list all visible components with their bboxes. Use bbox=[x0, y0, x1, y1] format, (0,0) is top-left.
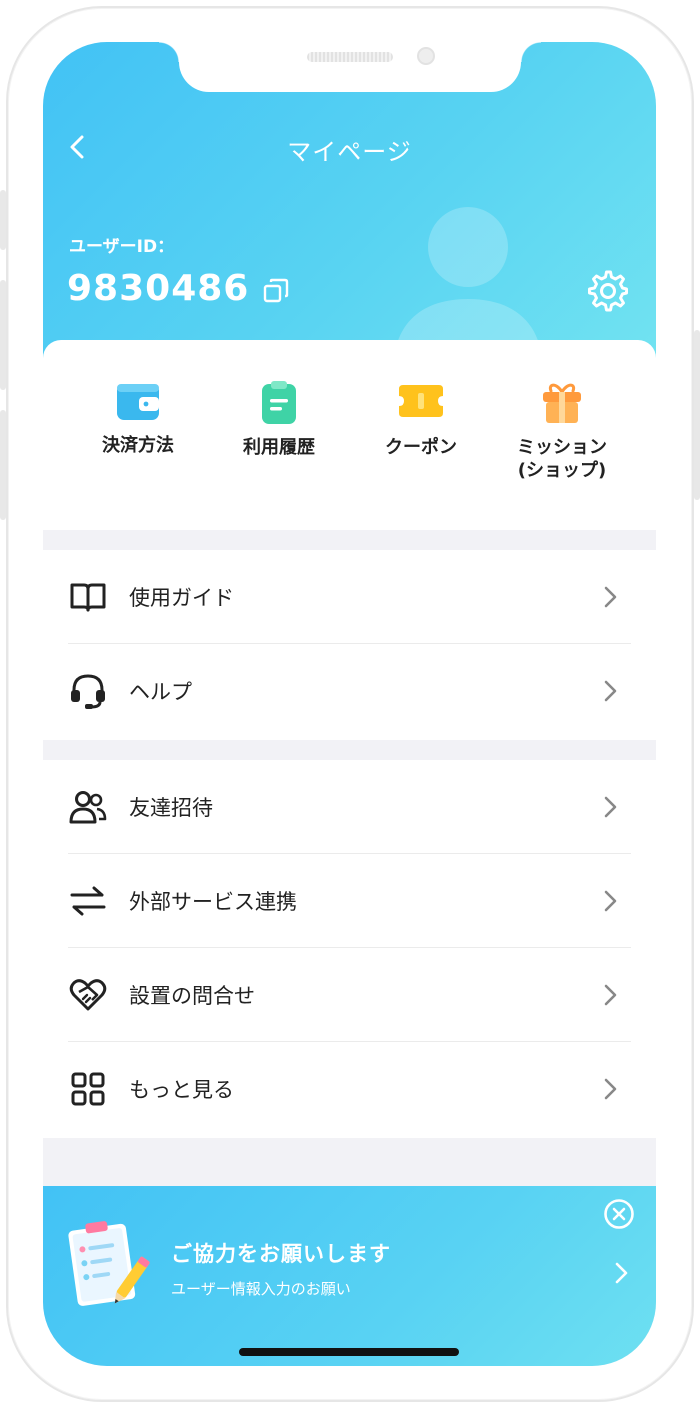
menu-item-label: ヘルプ bbox=[129, 680, 192, 704]
chevron-right-icon bbox=[604, 796, 617, 818]
speaker-grille bbox=[307, 52, 393, 62]
menu-item-label: 友達招待 bbox=[129, 796, 213, 820]
notch bbox=[159, 42, 541, 92]
phone-screen: マイページ ユーザーID： 9830486 決済方法 利用履歴 クーポン ミッシ… bbox=[43, 42, 656, 1366]
clipboard-icon bbox=[262, 381, 296, 424]
quick-action-label: 利用履歴 bbox=[243, 437, 315, 458]
gift-icon bbox=[543, 383, 581, 423]
page-title: マイページ bbox=[287, 138, 412, 166]
menu-item-label: 設置の問合せ bbox=[129, 984, 255, 1008]
copy-icon[interactable] bbox=[261, 276, 291, 306]
users-icon bbox=[69, 788, 107, 826]
quick-action-label: ミッション (ショップ) bbox=[517, 437, 607, 482]
quick-action-coupon[interactable]: クーポン bbox=[361, 380, 481, 459]
menu-item-label: もっと見る bbox=[129, 1078, 234, 1102]
menu-item-see-more[interactable]: もっと見る bbox=[43, 1042, 656, 1136]
banner-title: ご協力をお願いします bbox=[171, 1242, 391, 1266]
heart-handshake-icon bbox=[69, 976, 107, 1014]
quick-action-mission-shop[interactable]: ミッション (ショップ) bbox=[502, 380, 622, 483]
quick-action-payment-method[interactable]: 決済方法 bbox=[78, 380, 198, 457]
chevron-right-icon bbox=[604, 1078, 617, 1100]
section-divider bbox=[43, 530, 656, 550]
quick-action-label: クーポン bbox=[385, 437, 457, 458]
power-button bbox=[694, 330, 700, 500]
quick-action-label: 決済方法 bbox=[102, 435, 174, 456]
user-id-label: ユーザーID： bbox=[69, 237, 175, 257]
book-icon bbox=[69, 578, 107, 616]
volume-up-button bbox=[0, 280, 6, 390]
grid-icon bbox=[69, 1070, 107, 1108]
menu-item-help[interactable]: ヘルプ bbox=[43, 644, 656, 738]
banner-subtitle: ユーザー情報入力のお願い bbox=[171, 1280, 351, 1298]
gear-icon[interactable] bbox=[587, 270, 629, 312]
headset-icon bbox=[69, 672, 107, 710]
mute-switch bbox=[0, 190, 6, 250]
quick-action-usage-history[interactable]: 利用履歴 bbox=[219, 380, 339, 459]
menu-item-external-services[interactable]: 外部サービス連携 bbox=[43, 854, 656, 948]
menu-group-more: 友達招待 外部サービス連携 設置の問合せ もっと見る bbox=[43, 760, 656, 1138]
clipboard-pencil-illustration bbox=[68, 1221, 150, 1306]
chevron-right-icon bbox=[604, 984, 617, 1006]
user-id-value: 9830486 bbox=[67, 268, 250, 309]
front-camera bbox=[417, 47, 435, 65]
close-circle-icon[interactable] bbox=[603, 1198, 635, 1230]
ticket-icon bbox=[399, 385, 443, 417]
quick-actions-card: 決済方法 利用履歴 クーポン ミッション (ショップ) bbox=[43, 340, 656, 530]
wallet-icon bbox=[117, 384, 159, 420]
menu-item-installation-inquiry[interactable]: 設置の問合せ bbox=[43, 948, 656, 1042]
menu-group-support: 使用ガイド ヘルプ bbox=[43, 550, 656, 740]
home-indicator[interactable] bbox=[239, 1348, 459, 1356]
menu-item-label: 使用ガイド bbox=[129, 586, 234, 610]
chevron-right-icon bbox=[604, 680, 617, 702]
volume-down-button bbox=[0, 410, 6, 520]
chevron-right-icon bbox=[604, 890, 617, 912]
swap-arrows-icon bbox=[69, 882, 107, 920]
menu-item-invite-friends[interactable]: 友達招待 bbox=[43, 760, 656, 854]
chevron-right-icon bbox=[604, 586, 617, 608]
user-info-request-banner[interactable]: ご協力をお願いします ユーザー情報入力のお願い bbox=[43, 1186, 656, 1366]
chevron-right-icon bbox=[615, 1262, 628, 1284]
menu-item-usage-guide[interactable]: 使用ガイド bbox=[43, 550, 656, 644]
menu-item-label: 外部サービス連携 bbox=[129, 890, 297, 914]
